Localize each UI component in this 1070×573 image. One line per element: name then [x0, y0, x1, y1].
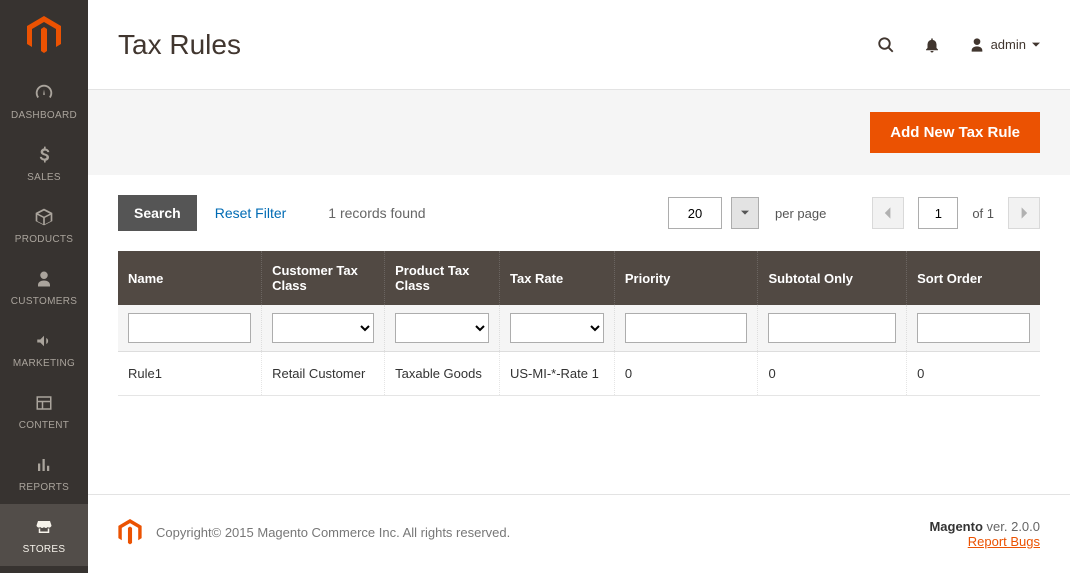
- nav-label: REPORTS: [19, 482, 69, 493]
- per-page-input[interactable]: [668, 197, 722, 229]
- filter-product-tax-class-select[interactable]: [395, 313, 489, 343]
- box-icon: [32, 205, 56, 229]
- grid-controls: Search Reset Filter 1 records found per …: [88, 175, 1070, 251]
- cell-priority: 0: [614, 352, 758, 396]
- main-content: Tax Rules admin Add New Tax Rule Search …: [88, 0, 1070, 573]
- sidebar: DASHBOARD SALES PRODUCTS CUSTOMERS MARKE…: [0, 0, 88, 573]
- nav-marketing[interactable]: MARKETING: [0, 318, 88, 380]
- table-row[interactable]: Rule1 Retail Customer Taxable Goods US-M…: [118, 352, 1040, 396]
- filter-priority-input[interactable]: [625, 313, 748, 343]
- col-header-sort-order[interactable]: Sort Order: [907, 251, 1040, 305]
- per-page-label: per page: [775, 206, 826, 221]
- pager-page-input[interactable]: [918, 197, 958, 229]
- tax-rules-table: Name Customer Tax Class Product Tax Clas…: [118, 251, 1040, 396]
- search-icon[interactable]: [877, 36, 895, 54]
- cell-customer-tax-class: Retail Customer: [262, 352, 385, 396]
- nav-label: CUSTOMERS: [11, 296, 77, 307]
- nav-customers[interactable]: CUSTOMERS: [0, 256, 88, 318]
- dashboard-icon: [32, 81, 56, 105]
- nav-label: CONTENT: [19, 420, 69, 431]
- pager-next-button[interactable]: [1008, 197, 1040, 229]
- user-name: admin: [991, 37, 1026, 52]
- nav-sales[interactable]: SALES: [0, 132, 88, 194]
- nav-dashboard[interactable]: DASHBOARD: [0, 70, 88, 132]
- search-button[interactable]: Search: [118, 195, 197, 231]
- chevron-down-icon: [1032, 41, 1040, 49]
- nav-reports[interactable]: REPORTS: [0, 442, 88, 504]
- cell-tax-rate: US-MI-*-Rate 1: [500, 352, 615, 396]
- pager-of-label: of 1: [972, 206, 994, 221]
- nav-content[interactable]: CONTENT: [0, 380, 88, 442]
- layout-icon: [32, 391, 56, 415]
- filter-tax-rate-select[interactable]: [510, 313, 604, 343]
- person-icon: [32, 267, 56, 291]
- filter-customer-tax-class-select[interactable]: [272, 313, 374, 343]
- nav-label: STORES: [23, 544, 66, 555]
- col-header-name[interactable]: Name: [118, 251, 262, 305]
- chart-icon: [32, 453, 56, 477]
- footer-left: Copyright© 2015 Magento Commerce Inc. Al…: [118, 519, 510, 545]
- dollar-icon: [32, 143, 56, 167]
- page-footer: Copyright© 2015 Magento Commerce Inc. Al…: [88, 494, 1070, 573]
- bell-icon[interactable]: [923, 36, 941, 54]
- footer-brand: Magento: [929, 519, 982, 534]
- cell-sort-order: 0: [907, 352, 1040, 396]
- add-new-tax-rule-button[interactable]: Add New Tax Rule: [870, 112, 1040, 153]
- nav-label: SALES: [27, 172, 61, 183]
- nav-label: PRODUCTS: [15, 234, 74, 245]
- store-icon: [32, 515, 56, 539]
- user-icon: [969, 37, 985, 53]
- action-toolbar: Add New Tax Rule: [88, 90, 1070, 175]
- reset-filter-link[interactable]: Reset Filter: [215, 205, 287, 221]
- user-menu[interactable]: admin: [969, 37, 1040, 53]
- header-actions: admin: [877, 36, 1040, 54]
- report-bugs-link[interactable]: Report Bugs: [968, 534, 1040, 549]
- cell-name: Rule1: [118, 352, 262, 396]
- col-header-subtotal-only[interactable]: Subtotal Only: [758, 251, 907, 305]
- tax-rules-table-wrap: Name Customer Tax Class Product Tax Clas…: [88, 251, 1070, 396]
- nav-label: DASHBOARD: [11, 110, 77, 121]
- table-header-row: Name Customer Tax Class Product Tax Clas…: [118, 251, 1040, 305]
- footer-right: Magento ver. 2.0.0 Report Bugs: [929, 519, 1040, 549]
- filter-subtotal-only-input[interactable]: [768, 313, 896, 343]
- filter-name-input[interactable]: [128, 313, 251, 343]
- pager: of 1: [872, 197, 1040, 229]
- magento-logo-small: [118, 519, 142, 545]
- records-found: 1 records found: [328, 205, 425, 221]
- filter-row: [118, 305, 1040, 352]
- nav-stores[interactable]: STORES: [0, 504, 88, 566]
- footer-version: ver. 2.0.0: [983, 519, 1040, 534]
- page-title: Tax Rules: [118, 29, 241, 61]
- col-header-tax-rate[interactable]: Tax Rate: [500, 251, 615, 305]
- megaphone-icon: [32, 329, 56, 353]
- magento-logo[interactable]: [0, 0, 88, 70]
- page-header: Tax Rules admin: [88, 0, 1070, 90]
- cell-subtotal-only: 0: [758, 352, 907, 396]
- per-page-dropdown-button[interactable]: [731, 197, 759, 229]
- copyright-text: Copyright© 2015 Magento Commerce Inc. Al…: [156, 525, 510, 540]
- filter-sort-order-input[interactable]: [917, 313, 1030, 343]
- nav-products[interactable]: PRODUCTS: [0, 194, 88, 256]
- per-page-group: per page: [668, 197, 826, 229]
- col-header-product-tax-class[interactable]: Product Tax Class: [385, 251, 500, 305]
- nav-label: MARKETING: [13, 358, 75, 369]
- col-header-customer-tax-class[interactable]: Customer Tax Class: [262, 251, 385, 305]
- cell-product-tax-class: Taxable Goods: [385, 352, 500, 396]
- pager-prev-button[interactable]: [872, 197, 904, 229]
- col-header-priority[interactable]: Priority: [614, 251, 758, 305]
